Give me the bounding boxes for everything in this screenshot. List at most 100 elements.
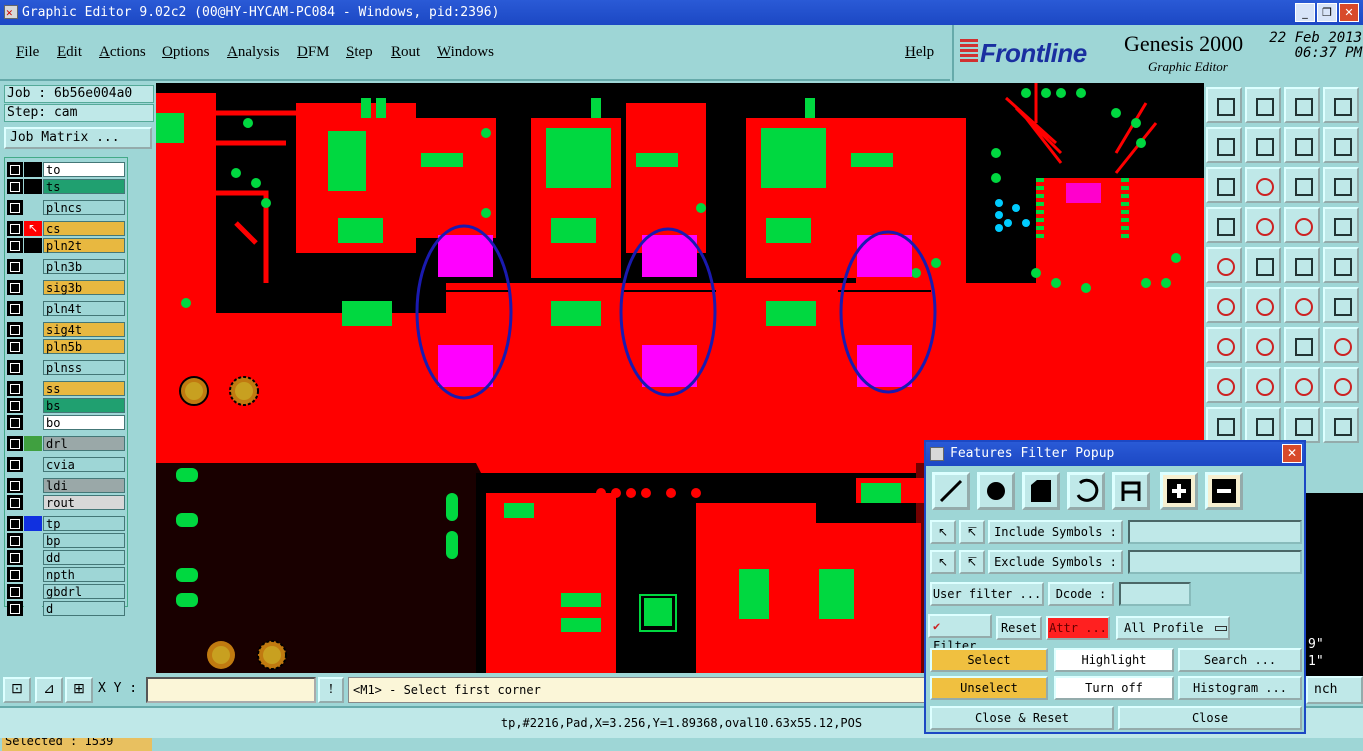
- layer-row-bs[interactable]: bs: [7, 398, 125, 413]
- tool-icon[interactable]: [1206, 207, 1242, 243]
- surface-type-toggle[interactable]: [1022, 472, 1060, 510]
- layer-row-ss[interactable]: ss: [7, 381, 125, 396]
- histogram-button[interactable]: Histogram ...: [1178, 676, 1302, 700]
- layer-row-drl[interactable]: drl: [7, 436, 125, 451]
- popup-close-button[interactable]: Close: [1118, 706, 1302, 730]
- exclude-arrow-icon[interactable]: ↖: [930, 550, 956, 574]
- exclude-picker-icon[interactable]: ↸: [959, 550, 985, 574]
- curve-icon[interactable]: [1323, 127, 1359, 163]
- layer-checkbox[interactable]: [7, 457, 23, 472]
- snap-icon[interactable]: [1284, 207, 1320, 243]
- close-button[interactable]: ✕: [1339, 3, 1359, 22]
- layer-checkbox[interactable]: [7, 533, 23, 548]
- layer-name[interactable]: ldi: [43, 478, 125, 493]
- close-reset-button[interactable]: Close & Reset: [930, 706, 1114, 730]
- menu-edit[interactable]: Edit: [57, 44, 82, 61]
- layer-color-swatch[interactable]: [24, 567, 42, 582]
- layer-name[interactable]: cs: [43, 221, 125, 236]
- positive-polarity-toggle[interactable]: [1160, 472, 1198, 510]
- include-symbols-input[interactable]: [1128, 520, 1302, 544]
- job-matrix-button[interactable]: Job Matrix ...: [4, 127, 152, 149]
- user-filter-button[interactable]: User filter ...: [930, 582, 1044, 606]
- layer-row-pln3b[interactable]: pln3b: [7, 259, 125, 274]
- layer-color-swatch[interactable]: [24, 301, 42, 316]
- measure-icon[interactable]: [1284, 367, 1320, 403]
- step-down-icon[interactable]: [1245, 87, 1281, 123]
- layer-name[interactable]: bs: [43, 398, 125, 413]
- help-icon[interactable]: [1323, 167, 1359, 203]
- layer-name[interactable]: bo: [43, 415, 125, 430]
- arc-type-toggle[interactable]: [1067, 472, 1105, 510]
- layer-row-pln4t[interactable]: pln4t: [7, 301, 125, 316]
- layer-row-ldi[interactable]: ldi: [7, 478, 125, 493]
- layer-name[interactable]: pln4t: [43, 301, 125, 316]
- filter-toggle[interactable]: ✔ Filter: [928, 614, 992, 653]
- misc-icon[interactable]: [1323, 407, 1359, 443]
- layer-checkbox[interactable]: [7, 381, 23, 396]
- layer-name[interactable]: to: [43, 162, 125, 177]
- layer-row-gbdrl[interactable]: gbdrl: [7, 584, 125, 599]
- layer-checkbox[interactable]: [7, 322, 23, 337]
- layer-row-npth[interactable]: npth: [7, 567, 125, 582]
- layer-checkbox[interactable]: [7, 179, 23, 194]
- menu-actions[interactable]: Actions: [99, 44, 146, 61]
- layer-name[interactable]: pln5b: [43, 339, 125, 354]
- popup-app-icon[interactable]: [930, 447, 944, 461]
- polygon-icon[interactable]: [1245, 247, 1281, 283]
- app-icon[interactable]: [4, 0, 18, 25]
- layer-checkbox[interactable]: [7, 567, 23, 582]
- layer-checkbox[interactable]: [7, 415, 23, 430]
- layer-color-swatch[interactable]: [24, 601, 42, 616]
- layer-name[interactable]: ss: [43, 381, 125, 396]
- layer-row-bp[interactable]: bp: [7, 533, 125, 548]
- layer-row-sig3b[interactable]: sig3b: [7, 280, 125, 295]
- layer-name[interactable]: drl: [43, 436, 125, 451]
- layer-checkbox[interactable]: [7, 238, 23, 253]
- include-symbols-button[interactable]: Include Symbols :: [988, 520, 1123, 544]
- layer-row-cvia[interactable]: cvia: [7, 457, 125, 472]
- layer-checkbox[interactable]: [7, 259, 23, 274]
- layer-color-swatch[interactable]: [24, 360, 42, 375]
- layer-color-swatch[interactable]: [24, 280, 42, 295]
- menu-analysis[interactable]: Analysis: [227, 44, 280, 61]
- fit-icon[interactable]: [1206, 167, 1242, 203]
- menu-rout[interactable]: Rout: [391, 44, 420, 61]
- layer-name[interactable]: dd: [43, 550, 125, 565]
- arrow-icon[interactable]: [1284, 407, 1320, 443]
- measure-icon[interactable]: ⊿: [35, 677, 63, 703]
- snap-icon[interactable]: ⊡: [3, 677, 31, 703]
- layer-color-swatch[interactable]: [24, 259, 42, 274]
- launch-button[interactable]: nch: [1306, 676, 1363, 704]
- select-button[interactable]: Select: [930, 648, 1048, 672]
- layer-color-swatch[interactable]: [24, 322, 42, 337]
- grid-icon[interactable]: [1245, 207, 1281, 243]
- cut-icon[interactable]: [1245, 367, 1281, 403]
- highlight-button[interactable]: Highlight: [1054, 648, 1174, 672]
- layer-row-plncs[interactable]: plncs: [7, 200, 125, 215]
- search-button[interactable]: Search ...: [1178, 648, 1302, 672]
- arc-icon[interactable]: [1284, 327, 1320, 363]
- layer-checkbox[interactable]: [7, 436, 23, 451]
- unselect-button[interactable]: Unselect: [930, 676, 1048, 700]
- ruler-icon[interactable]: [1284, 247, 1320, 283]
- layers-icon[interactable]: [1323, 207, 1359, 243]
- layer-checkbox[interactable]: [7, 200, 23, 215]
- layer-checkbox[interactable]: [7, 339, 23, 354]
- camera-icon[interactable]: [1206, 247, 1242, 283]
- scale-icon[interactable]: [1284, 167, 1320, 203]
- dcode-button[interactable]: Dcode :: [1048, 582, 1114, 606]
- layer-name[interactable]: rout: [43, 495, 125, 510]
- layer-color-swatch[interactable]: [24, 162, 42, 177]
- xy-input[interactable]: [146, 677, 316, 703]
- home-icon[interactable]: [1284, 87, 1320, 123]
- cross-icon[interactable]: [1245, 287, 1281, 323]
- layer-checkbox[interactable]: [7, 280, 23, 295]
- layer-row-pln2t[interactable]: pln2t: [7, 238, 125, 253]
- popup-close-icon[interactable]: ✕: [1282, 444, 1302, 463]
- layer-row-bo[interactable]: bo: [7, 415, 125, 430]
- menu-help[interactable]: Help: [905, 44, 934, 61]
- line-type-toggle[interactable]: [932, 472, 970, 510]
- layer-checkbox[interactable]: [7, 550, 23, 565]
- layer-color-swatch[interactable]: [24, 238, 42, 253]
- layer-row-ts[interactable]: ts: [7, 179, 125, 194]
